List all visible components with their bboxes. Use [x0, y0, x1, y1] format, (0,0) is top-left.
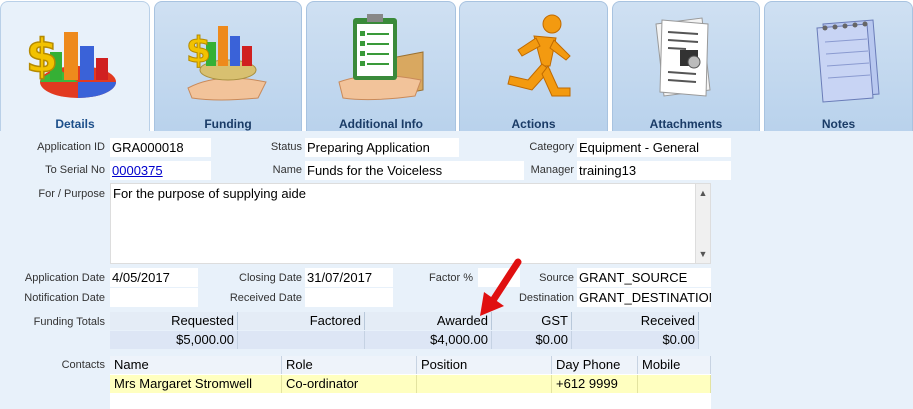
contact-name-cell[interactable]: Mrs Margaret Stromwell: [110, 375, 282, 393]
to-serial-link[interactable]: 0000375: [110, 161, 211, 180]
contacts-grid: Name Role Position Day Phone Mobile Mrs …: [110, 356, 711, 409]
tab-label: Details: [55, 117, 95, 131]
category-field[interactable]: Equipment - General: [577, 138, 731, 157]
contact-mobile-cell[interactable]: [638, 375, 711, 393]
received-date-label: Received Date: [229, 292, 302, 304]
tab-label: Attachments: [649, 117, 723, 131]
notification-date-field[interactable]: [110, 288, 198, 307]
tab-label: Actions: [511, 117, 556, 131]
category-label: Category: [529, 141, 574, 153]
source-label: Source: [539, 272, 574, 284]
destination-field[interactable]: GRANT_DESTINATION: [577, 288, 711, 307]
purpose-label: For / Purpose: [38, 188, 105, 200]
tab-bar: $ Details $ Funding Additional Info Acti…: [0, 0, 913, 131]
contacts-header-position[interactable]: Position: [417, 356, 552, 374]
tab-additional-info[interactable]: Additional Info: [306, 1, 456, 131]
application-date-label: Application Date: [24, 272, 105, 284]
svg-text:$: $: [186, 30, 211, 71]
factored-header: Factored: [238, 312, 365, 330]
received-value: $0.00: [572, 331, 699, 349]
purpose-textarea[interactable]: For the purpose of supplying aide ▲ ▼: [110, 183, 711, 264]
contact-role-cell[interactable]: Co-ordinator: [282, 375, 417, 393]
tab-label: Additional Info: [339, 117, 423, 131]
requested-header: Requested: [110, 312, 238, 330]
factored-value: [238, 331, 365, 349]
tab-label: Funding: [204, 117, 252, 131]
paperclip-documents-icon: [655, 17, 711, 97]
factor-label: Factor %: [428, 272, 473, 284]
tab-actions[interactable]: Actions: [459, 1, 608, 131]
awarded-value: $4,000.00: [365, 331, 492, 349]
money-hand-icon: $: [186, 26, 267, 101]
closing-date-label: Closing Date: [239, 272, 302, 284]
tab-attachments[interactable]: Attachments: [612, 1, 760, 131]
gst-value: $0.00: [492, 331, 572, 349]
source-field[interactable]: GRANT_SOURCE: [577, 268, 711, 287]
svg-text:$: $: [26, 29, 58, 83]
funding-totals-label: Funding Totals: [33, 316, 105, 328]
tab-notes[interactable]: Notes: [764, 1, 913, 131]
contact-day-phone-cell[interactable]: +612 9999: [552, 375, 638, 393]
awarded-header: Awarded: [365, 312, 492, 330]
name-field[interactable]: Funds for the Voiceless: [305, 161, 524, 180]
status-label: Status: [270, 141, 302, 153]
contacts-header-day-phone[interactable]: Day Phone: [552, 356, 638, 374]
clipboard-box-icon: [338, 14, 424, 101]
contact-position-cell[interactable]: [417, 375, 552, 393]
red-arrow-icon: [480, 258, 522, 316]
scroll-up-icon[interactable]: ▲: [696, 186, 710, 200]
to-serial-label: To Serial No: [45, 164, 105, 176]
application-id-field[interactable]: GRA000018: [110, 138, 211, 157]
application-id-label: Application ID: [37, 141, 105, 153]
purpose-text: For the purpose of supplying aide: [113, 186, 306, 201]
received-date-field[interactable]: [305, 288, 393, 307]
requested-value: $5,000.00: [110, 331, 238, 349]
purpose-scrollbar[interactable]: ▲ ▼: [695, 184, 710, 263]
notepad-icon: [815, 19, 880, 103]
status-field[interactable]: Preparing Application: [305, 138, 459, 157]
finance-chart-icon: $: [25, 28, 116, 98]
received-header: Received: [572, 312, 699, 330]
contacts-header-name[interactable]: Name: [110, 356, 282, 374]
destination-label: Destination: [518, 292, 574, 304]
tab-details[interactable]: $ Details: [0, 1, 150, 131]
running-man-icon: [506, 14, 571, 97]
contacts-header-mobile[interactable]: Mobile: [638, 356, 711, 374]
scroll-down-icon[interactable]: ▼: [696, 247, 710, 261]
tab-label: Notes: [821, 117, 856, 131]
name-label: Name: [272, 164, 302, 176]
application-date-field[interactable]: 4/05/2017: [110, 268, 198, 287]
contacts-header-role[interactable]: Role: [282, 356, 417, 374]
contacts-label: Contacts: [61, 359, 105, 371]
tab-funding[interactable]: $ Funding: [154, 1, 302, 131]
funding-totals-table: Requested Factored Awarded GST Received …: [110, 312, 699, 349]
closing-date-field[interactable]: 31/07/2017: [305, 268, 393, 287]
manager-field[interactable]: training13: [577, 161, 731, 180]
manager-label: Manager: [530, 164, 574, 176]
notification-date-label: Notification Date: [24, 292, 105, 304]
